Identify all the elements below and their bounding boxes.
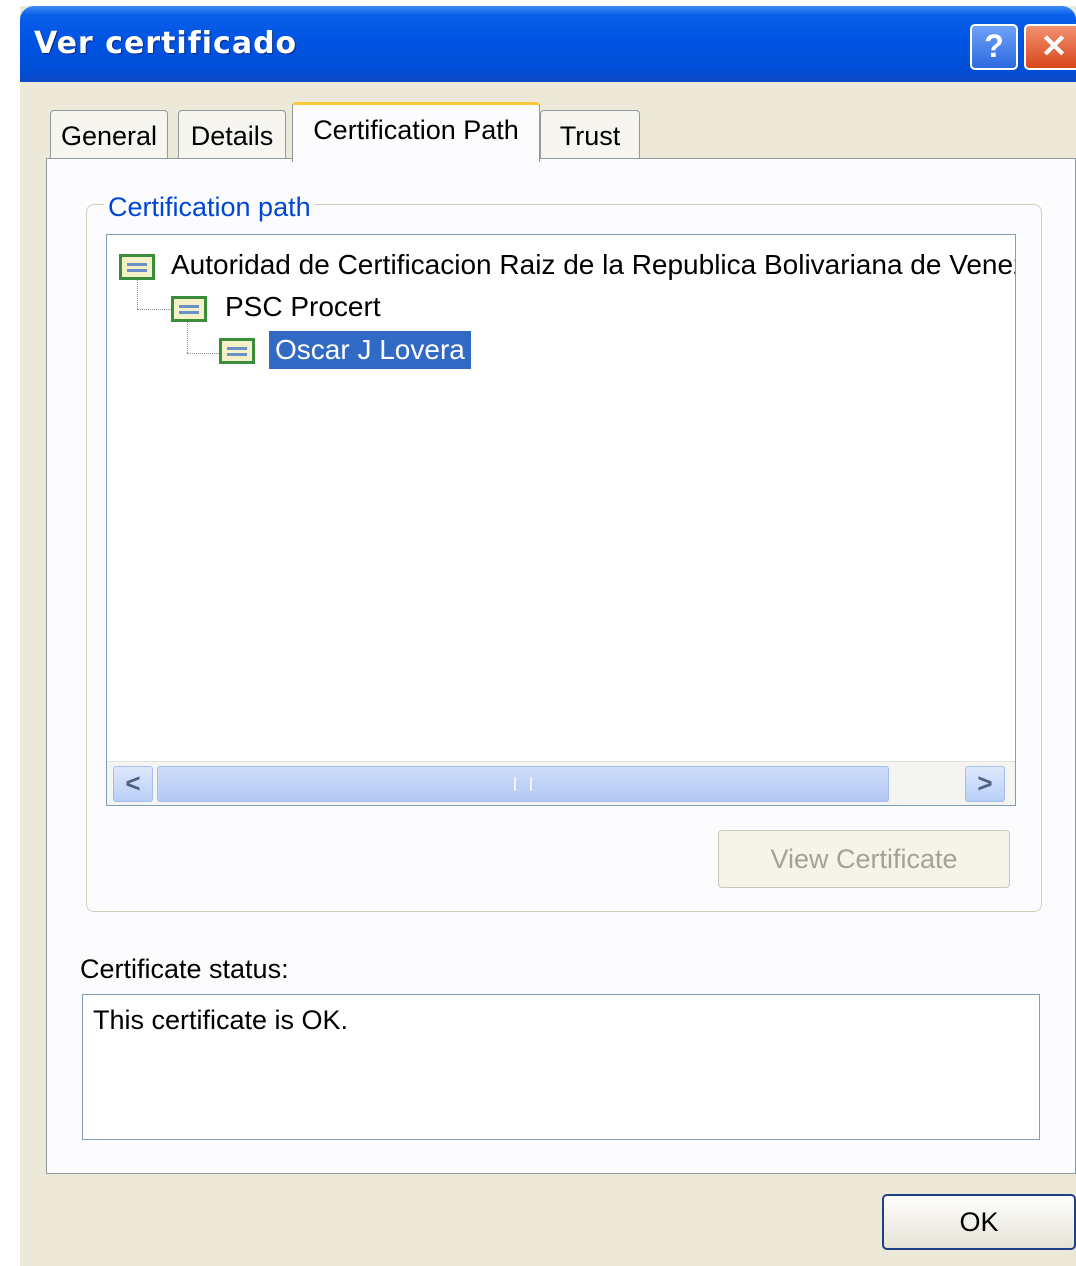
certificate-icon bbox=[119, 254, 155, 280]
tab-details[interactable]: Details bbox=[178, 110, 286, 160]
certificate-status-label: Certificate status: bbox=[80, 954, 289, 984]
tree-connector bbox=[187, 353, 219, 354]
tab-general[interactable]: General bbox=[50, 110, 168, 160]
view-certificate-button[interactable]: View Certificate bbox=[718, 830, 1010, 888]
certification-path-tree[interactable]: Autoridad de Certificacion Raiz de la Re… bbox=[106, 234, 1016, 806]
title-bar[interactable]: Ver certificado ? ✕ bbox=[20, 6, 1076, 82]
close-button[interactable]: ✕ bbox=[1024, 24, 1076, 70]
scroll-left-button[interactable]: < bbox=[113, 766, 153, 802]
close-icon: ✕ bbox=[1040, 28, 1068, 64]
certificate-icon bbox=[171, 296, 207, 322]
scrollbar-thumb[interactable] bbox=[157, 766, 889, 802]
certificate-dialog: Ver certificado ? ✕ General Details Cert… bbox=[20, 6, 1076, 1266]
help-button[interactable]: ? bbox=[970, 24, 1018, 70]
chevron-left-icon: < bbox=[125, 768, 141, 798]
tree-item-label: Autoridad de Certificacion Raiz de la Re… bbox=[171, 249, 1016, 280]
tree-item-label: Oscar J Lovera bbox=[269, 331, 471, 369]
grip-icon bbox=[514, 777, 532, 791]
tab-certification-path[interactable]: Certification Path bbox=[292, 102, 540, 162]
scroll-right-button[interactable]: > bbox=[965, 766, 1005, 802]
ok-button[interactable]: OK bbox=[882, 1194, 1076, 1250]
certificate-icon bbox=[219, 338, 255, 364]
certification-path-label: Certification path bbox=[104, 192, 315, 223]
help-icon: ? bbox=[984, 28, 1004, 64]
tree-item-label: PSC Procert bbox=[225, 291, 381, 322]
tab-trust[interactable]: Trust bbox=[540, 110, 640, 160]
certificate-status-box[interactable]: This certificate is OK. bbox=[82, 994, 1040, 1140]
certificate-status-text: This certificate is OK. bbox=[93, 1005, 349, 1035]
window-title: Ver certificado bbox=[34, 26, 298, 61]
chevron-right-icon: > bbox=[977, 768, 993, 798]
tree-connector bbox=[137, 309, 171, 310]
horizontal-scrollbar[interactable]: < > bbox=[107, 761, 1015, 805]
